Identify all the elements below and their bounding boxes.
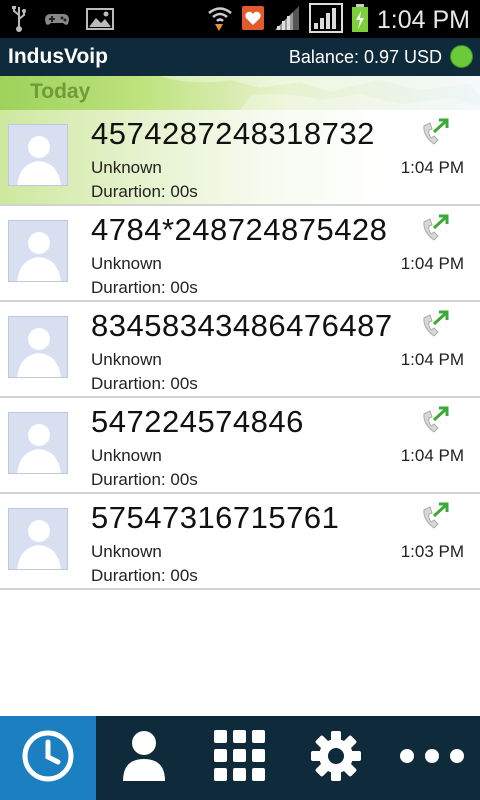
contact-avatar (8, 220, 68, 282)
gamepad-icon (42, 10, 72, 32)
call-duration: Durartion: 00s (91, 566, 198, 585)
call-number: 57547316715761 (91, 500, 340, 535)
battery-charging-icon (351, 3, 369, 37)
signal-roaming-icon (308, 3, 343, 37)
bottom-navigation (0, 716, 480, 800)
call-number: 4784*248724875428 (91, 212, 388, 247)
status-bar: 1:04 PM (0, 0, 480, 38)
notification-heart-icon (241, 5, 265, 35)
outgoing-call-icon (420, 214, 450, 242)
outgoing-call-icon (420, 118, 450, 146)
nav-contacts[interactable] (96, 716, 192, 800)
nav-call-log[interactable] (0, 716, 96, 800)
image-icon (86, 7, 114, 35)
usb-icon (10, 5, 28, 37)
outgoing-call-icon (420, 310, 450, 338)
call-name: Unknown (91, 446, 162, 465)
call-time: 1:03 PM (400, 542, 464, 561)
gear-icon (310, 730, 362, 786)
contact-avatar (8, 124, 68, 186)
nav-more[interactable] (384, 716, 480, 800)
signal-icon (273, 4, 301, 36)
call-number: 83458343486476487 (91, 308, 393, 343)
section-banner: Today (0, 76, 480, 110)
call-time: 1:04 PM (400, 158, 464, 177)
call-duration: Durartion: 00s (91, 374, 198, 393)
nav-dialpad[interactable] (192, 716, 288, 800)
app-title: IndusVoip (8, 45, 108, 68)
call-duration: Durartion: 00s (91, 470, 198, 489)
call-log-item[interactable]: 4574287248318732 Unknown Durartion: 00s … (0, 110, 480, 206)
call-duration: Durartion: 00s (91, 182, 198, 201)
call-time: 1:04 PM (400, 254, 464, 273)
outgoing-call-icon (420, 502, 450, 530)
more-icon (397, 746, 467, 770)
contact-avatar (8, 508, 68, 570)
clock-icon (21, 729, 75, 787)
nav-settings[interactable] (288, 716, 384, 800)
wifi-icon (207, 4, 233, 36)
online-status-indicator (450, 45, 473, 68)
call-name: Unknown (91, 542, 162, 561)
dialpad-icon (212, 728, 268, 788)
call-name: Unknown (91, 158, 162, 177)
call-duration: Durartion: 00s (91, 278, 198, 297)
balance-label: Balance: 0.97 USD (288, 47, 442, 67)
call-name: Unknown (91, 254, 162, 273)
call-log-item[interactable]: 4784*248724875428 Unknown Durartion: 00s… (0, 206, 480, 302)
outgoing-call-icon (420, 406, 450, 434)
call-number: 4574287248318732 (91, 116, 375, 151)
section-title: Today (30, 80, 91, 103)
call-log-list: 4574287248318732 Unknown Durartion: 00s … (0, 110, 480, 590)
call-time: 1:04 PM (400, 446, 464, 465)
call-log-item[interactable]: 83458343486476487 Unknown Durartion: 00s… (0, 302, 480, 398)
app-header: IndusVoip Balance: 0.97 USD (0, 38, 480, 76)
call-name: Unknown (91, 350, 162, 369)
status-bar-left (10, 5, 114, 37)
contact-avatar (8, 412, 68, 474)
contact-avatar (8, 316, 68, 378)
contact-icon (121, 729, 167, 787)
status-bar-right: 1:04 PM (207, 3, 470, 37)
call-log-item[interactable]: 57547316715761 Unknown Durartion: 00s 1:… (0, 494, 480, 590)
status-time: 1:04 PM (376, 5, 470, 34)
call-log-item[interactable]: 547224574846 Unknown Durartion: 00s 1:04… (0, 398, 480, 494)
call-time: 1:04 PM (400, 350, 464, 369)
call-number: 547224574846 (91, 404, 304, 439)
